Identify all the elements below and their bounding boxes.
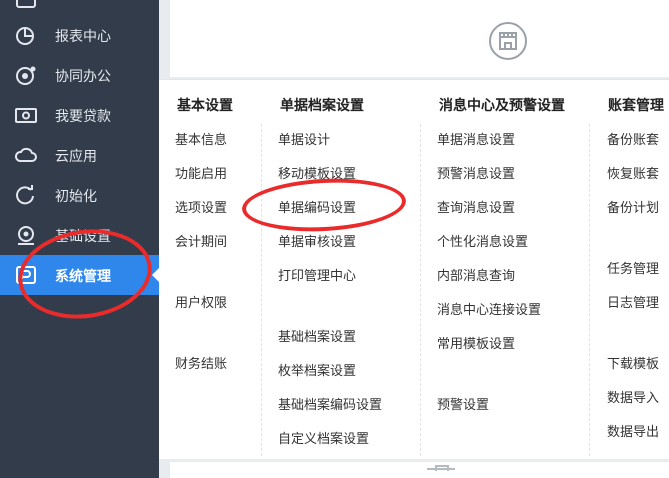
content-card-bottom [170, 462, 669, 478]
menu-item[interactable]: 预警设置 [437, 394, 489, 413]
sidebar: 报表中心 协同办公 我要贷款 云应用 初始化 基础设置 系统管理 [0, 0, 160, 478]
sidebar-item-init[interactable]: 初始化 [0, 175, 159, 215]
menu-item[interactable]: 下载模板 [607, 353, 659, 372]
menu-item[interactable]: 会计期间 [175, 231, 227, 250]
sidebar-item-basic-settings[interactable]: 基础设置 [0, 215, 159, 255]
menu-item[interactable]: 用户权限 [175, 292, 227, 311]
sidebar-item-collab[interactable]: 协同办公 [0, 55, 159, 95]
menu-item[interactable]: 单据设计 [278, 129, 330, 148]
menu-item-bill-coding[interactable]: 单据编码设置 [278, 197, 356, 216]
menu-item[interactable]: 自定义档案设置 [278, 428, 369, 447]
menu-item[interactable]: 数据导出 [607, 421, 659, 440]
menu-column-header: 消息中心及预警设置 [439, 98, 565, 114]
sidebar-item-label: 基础设置 [55, 229, 111, 245]
column-divider [261, 124, 262, 456]
menu-item[interactable]: 内部消息查询 [437, 265, 515, 284]
sidebar-item-label: 协同办公 [55, 69, 111, 85]
init-icon [14, 184, 38, 206]
menu-item[interactable]: 基本信息 [175, 129, 227, 148]
sidebar-item-loan[interactable]: 我要贷款 [0, 95, 159, 135]
sidebar-item-reports[interactable]: 报表中心 [0, 15, 159, 55]
menu-item[interactable]: 备份计划 [607, 197, 659, 216]
menu-item[interactable]: 查询消息设置 [437, 197, 515, 216]
menu-item[interactable]: 消息中心连接设置 [437, 299, 541, 318]
pie-chart-icon [14, 24, 38, 46]
system-management-menu: 基本设置 基本信息 功能启用 选项设置 会计期间 用户权限 财务结账 单据档案设… [159, 79, 669, 459]
menu-item[interactable]: 常用模板设置 [437, 333, 515, 352]
sidebar-item-label: 初始化 [55, 189, 97, 205]
money-icon [14, 104, 38, 126]
menu-item[interactable]: 移动模板设置 [278, 163, 356, 182]
content-card-top [170, 0, 669, 77]
menu-item[interactable]: 预警消息设置 [437, 163, 515, 182]
sidebar-item-label: 我要贷款 [55, 109, 111, 125]
menu-column-header: 基本设置 [177, 98, 233, 114]
menu-item[interactable]: 打印管理中心 [278, 265, 356, 284]
sidebar-item-label: 报表中心 [55, 29, 111, 45]
menu-item[interactable]: 任务管理 [607, 258, 659, 277]
menu-item[interactable]: 枚举档案设置 [278, 360, 356, 379]
system-icon [14, 264, 38, 286]
menu-item[interactable]: 日志管理 [607, 292, 659, 311]
menu-item[interactable]: 选项设置 [175, 197, 227, 216]
trash-icon [427, 465, 455, 478]
menu-item[interactable]: 基础档案编码设置 [278, 394, 382, 413]
menu-item[interactable]: 基础档案设置 [278, 326, 356, 345]
menu-item[interactable]: 数据导入 [607, 387, 659, 406]
menu-item[interactable]: 功能启用 [175, 163, 227, 182]
home-icon [14, 0, 38, 9]
sidebar-item-system[interactable]: 系统管理 [0, 255, 160, 295]
menu-item[interactable]: 单据审核设置 [278, 231, 356, 250]
menu-item[interactable]: 恢复账套 [607, 163, 659, 182]
menu-item[interactable]: 财务结账 [175, 353, 227, 372]
cloud-icon [14, 144, 38, 166]
collab-icon [14, 64, 38, 86]
menu-item[interactable]: 个性化消息设置 [437, 231, 528, 250]
menu-column-header: 账套管理 [608, 98, 664, 114]
sidebar-item-cloud[interactable]: 云应用 [0, 135, 159, 175]
sidebar-item-label: 云应用 [55, 149, 97, 165]
store-icon [489, 22, 527, 60]
menu-column-header: 单据档案设置 [280, 98, 364, 114]
column-divider [589, 124, 590, 456]
column-divider [420, 124, 421, 456]
content-card-caption [488, 72, 538, 77]
menu-item[interactable]: 备份账套 [607, 129, 659, 148]
settings-icon [14, 224, 38, 246]
menu-item[interactable]: 单据消息设置 [437, 129, 515, 148]
sidebar-item-label: 系统管理 [55, 269, 111, 285]
